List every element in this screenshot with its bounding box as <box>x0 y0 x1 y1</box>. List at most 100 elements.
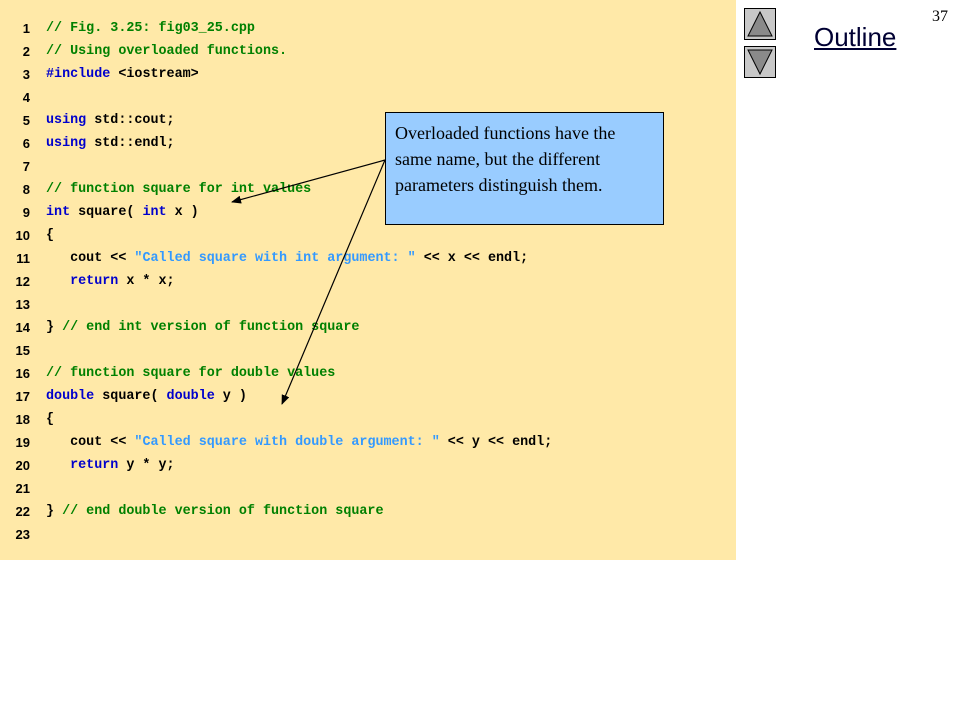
code-text: } // end int version of function square <box>46 316 359 339</box>
code-token-plain: std::endl; <box>86 136 175 151</box>
line-number: 5 <box>22 113 30 128</box>
code-token-plain: } <box>46 320 63 335</box>
code-text: { <box>46 408 54 431</box>
code-token-plain: } <box>46 504 63 519</box>
code-text: cout << "Called square with int argument… <box>46 247 528 270</box>
line-number: 6 <box>22 136 30 151</box>
code-token-plain: << y << endl; <box>439 435 553 450</box>
code-token-keyword: return <box>70 458 119 473</box>
line-number: 7 <box>22 159 30 174</box>
code-token-plain: << x << endl; <box>415 251 529 266</box>
code-token-plain: { <box>46 412 55 427</box>
line-number: 8 <box>22 182 30 197</box>
code-text: using std::cout; <box>46 109 175 132</box>
code-line: 1 // Fig. 3.25: fig03_25.cpp <box>0 17 736 40</box>
callout-note: Overloaded functions have the same name,… <box>385 112 664 225</box>
code-listing-panel: 1 // Fig. 3.25: fig03_25.cpp 2 // Using ove… <box>0 0 736 560</box>
line-number: 17 <box>15 389 30 404</box>
code-line: 11 cout << "Called square with int argum… <box>0 247 736 270</box>
triangle-up-icon <box>747 10 773 37</box>
outline-link[interactable]: Outline <box>814 22 896 53</box>
code-text: return y * y; <box>46 454 175 477</box>
line-number: 1 <box>22 21 30 36</box>
code-line: 4 <box>0 86 736 109</box>
page-number: 37 <box>932 8 948 25</box>
line-number: 16 <box>15 366 30 381</box>
line-number: 23 <box>15 527 30 542</box>
code-token-comment: // end int version of function square <box>62 320 360 335</box>
line-number: 12 <box>15 274 30 289</box>
code-token-keyword: using <box>46 136 87 151</box>
line-number: 20 <box>15 458 30 473</box>
code-token-plain: y ) <box>214 389 247 404</box>
code-token-plain: square( <box>70 205 143 220</box>
line-number: 4 <box>22 90 30 105</box>
line-number: 3 <box>22 67 30 82</box>
line-number: 10 <box>15 228 30 243</box>
code-line: 14} // end int version of function squar… <box>0 316 736 339</box>
code-token-plain: x * x; <box>118 274 175 289</box>
line-number: 11 <box>16 251 30 266</box>
code-text: } // end double version of function squa… <box>46 500 384 523</box>
code-text: // function square for int values <box>46 178 311 201</box>
code-token-keyword: #include <box>46 67 111 82</box>
code-token-plain: x ) <box>166 205 199 220</box>
code-token-plain: { <box>46 228 55 243</box>
callout-text: Overloaded functions have the same name,… <box>395 123 616 195</box>
code-text: // Fig. 3.25: fig03_25.cpp <box>46 17 255 40</box>
line-number: 2 <box>22 44 30 59</box>
code-line: 18 { <box>0 408 736 431</box>
code-token-comment: // Fig. 3.25: fig03_25.cpp <box>46 21 255 36</box>
code-line: 17 double square( double y ) <box>0 385 736 408</box>
code-token-string: "Called square with int argument: " <box>134 251 416 266</box>
code-token-plain: cout << <box>46 251 135 266</box>
code-text: // Using overloaded functions. <box>46 40 287 63</box>
line-number: 19 <box>15 435 30 450</box>
code-token-comment: // Using overloaded functions. <box>46 44 288 59</box>
code-line: 20 return y * y; <box>0 454 736 477</box>
line-number: 22 <box>15 504 30 519</box>
code-token-keyword: int <box>142 205 167 220</box>
code-line: 15 <box>0 339 736 362</box>
code-line: 16 // function square for double values <box>0 362 736 385</box>
code-line: 10 { <box>0 224 736 247</box>
code-text: { <box>46 224 54 247</box>
code-token-keyword: double <box>166 389 215 404</box>
code-token-plain: cout << <box>46 435 135 450</box>
code-line: 3 #include <iostream> <box>0 63 736 86</box>
code-text: cout << "Called square with double argum… <box>46 431 552 454</box>
previous-slide-button[interactable] <box>744 8 776 40</box>
code-text: using std::endl; <box>46 132 175 155</box>
code-line: 23 <box>0 523 736 546</box>
code-token-keyword: using <box>46 113 87 128</box>
next-slide-button[interactable] <box>744 46 776 78</box>
line-number: 9 <box>22 205 30 220</box>
code-token-comment: // function square for double values <box>46 366 336 381</box>
code-text: // function square for double values <box>46 362 335 385</box>
code-text: #include <iostream> <box>46 63 199 86</box>
triangle-down-icon <box>747 49 773 76</box>
code-text: int square( int x ) <box>46 201 199 224</box>
code-token-plain: y * y; <box>118 458 175 473</box>
code-token-string: "Called square with double argument: " <box>134 435 440 450</box>
line-number: 21 <box>15 481 30 496</box>
line-number: 18 <box>15 412 30 427</box>
code-line: 2 // Using overloaded functions. <box>0 40 736 63</box>
code-token-keyword: return <box>70 274 119 289</box>
code-line: 12 return x * x; <box>0 270 736 293</box>
code-token-plain: std::cout; <box>86 113 175 128</box>
code-line: 19 cout << "Called square with double ar… <box>0 431 736 454</box>
line-number: 14 <box>15 320 30 335</box>
code-token-plain: <iostream> <box>110 67 199 82</box>
code-token-plain: square( <box>94 389 167 404</box>
code-text: return x * x; <box>46 270 175 293</box>
code-token-keyword: double <box>46 389 95 404</box>
code-text: double square( double y ) <box>46 385 247 408</box>
code-line: 13 <box>0 293 736 316</box>
code-token-comment: // end double version of function square <box>62 504 384 519</box>
line-number: 15 <box>15 343 30 358</box>
code-line: 22} // end double version of function sq… <box>0 500 736 523</box>
code-token-keyword: int <box>46 205 71 220</box>
